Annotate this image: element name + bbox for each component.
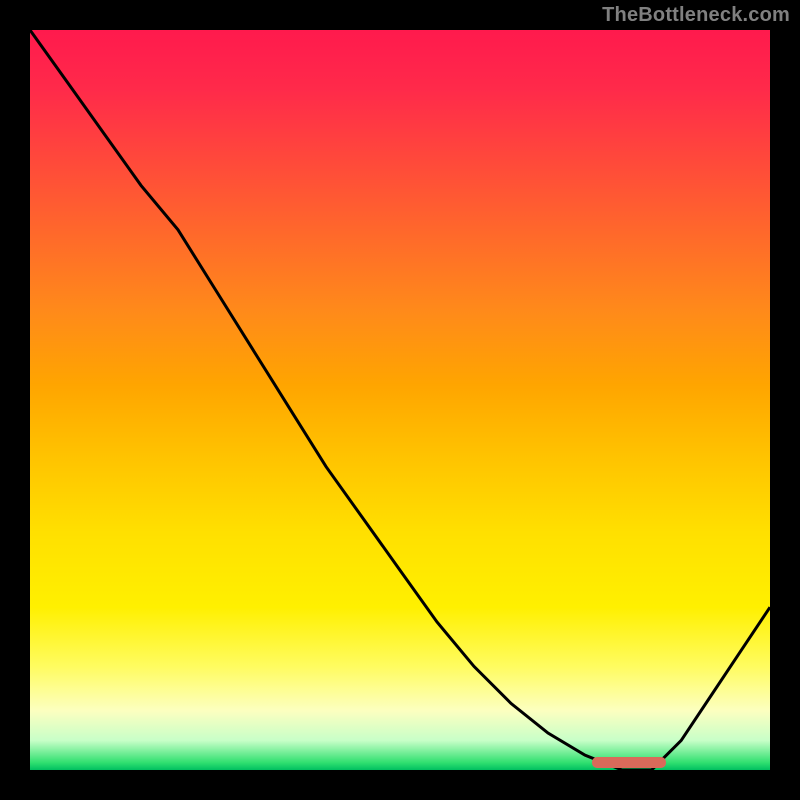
- line-curve: [30, 30, 770, 770]
- trough-marker: [592, 757, 666, 768]
- chart-container: TheBottleneck.com: [0, 0, 800, 800]
- attribution-label: TheBottleneck.com: [602, 4, 790, 27]
- plot-area: [30, 30, 770, 770]
- curve-path: [30, 30, 770, 770]
